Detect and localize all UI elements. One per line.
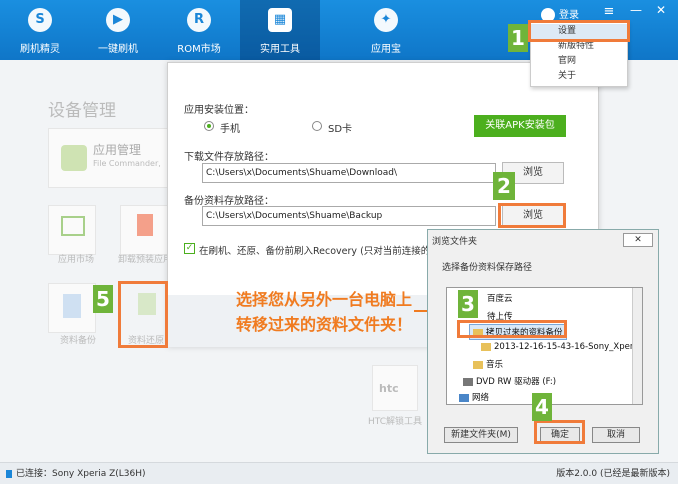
tree-item[interactable]: 音乐	[473, 358, 503, 370]
backup-path-label: 备份资料存放路径：	[184, 196, 274, 207]
network-icon	[459, 393, 469, 402]
close-icon[interactable]: ✕	[623, 233, 653, 247]
highlight-settings	[528, 20, 630, 42]
callout-line-1: 选择您从另外一台电脑上	[235, 290, 412, 309]
nav-rom-market[interactable]: R ROM市场	[165, 0, 233, 60]
nav-label: ROM市场	[177, 44, 221, 55]
page-title: 设备管理	[48, 101, 116, 121]
uninstall-label: 卸载预装应用	[118, 255, 173, 265]
rom-icon: R	[187, 8, 211, 32]
backup-tile[interactable]	[48, 283, 96, 333]
htc-unlock-tile[interactable]: htc	[372, 365, 418, 411]
install-location-label: 应用安装位置：	[184, 105, 254, 116]
step-badge-5: 5	[93, 285, 113, 313]
menu-item-website[interactable]: 官网	[531, 54, 627, 69]
phone-icon	[6, 470, 12, 478]
cancel-button[interactable]: 取消	[592, 427, 640, 443]
menu-item-about[interactable]: 关于	[531, 69, 627, 84]
tree-item[interactable]: 2013-12-16-15-43-16-Sony_Xperia	[481, 342, 641, 352]
nav-tools[interactable]: ▦ 实用工具	[240, 0, 320, 60]
tree-scrollbar[interactable]	[632, 288, 642, 404]
nav-label: 刷机精灵	[20, 44, 60, 55]
shield-icon: S	[28, 8, 52, 32]
nav-flash-wizard[interactable]: S 刷机精灵	[6, 0, 74, 60]
tree-item[interactable]: DVD RW 驱动器 (F:)	[463, 375, 556, 387]
instruction-callout: 选择您从另外一台电脑上 转移过来的资料文件夹！	[212, 287, 436, 337]
minimize-icon[interactable]: —	[630, 3, 642, 17]
radio-phone[interactable]	[204, 121, 214, 131]
tree-item[interactable]: 网络	[459, 391, 489, 403]
radio-phone-label: 手机	[220, 124, 240, 135]
tree-item[interactable]: 百度云	[487, 292, 513, 304]
radio-sd[interactable]	[312, 121, 322, 131]
connection-status: 已连接：Sony Xperia Z(L36H)	[16, 469, 146, 479]
highlight-browse	[498, 203, 566, 228]
step-badge-2: 2	[493, 172, 515, 200]
app-management-subtitle: File Commander,	[93, 159, 161, 168]
nav-one-click-flash[interactable]: ▶ 一键刷机	[84, 0, 152, 60]
close-icon[interactable]: ✕	[656, 3, 666, 17]
play-icon: ▶	[106, 8, 130, 32]
step-badge-1: 1	[508, 24, 528, 52]
folder-icon	[481, 342, 491, 351]
step-badge-3: 3	[458, 290, 478, 318]
radio-sd-label: SD卡	[328, 124, 353, 135]
menu-icon[interactable]: ≡	[600, 3, 618, 21]
highlight-ok	[534, 420, 585, 444]
store-icon	[61, 216, 85, 236]
uninstall-tile[interactable]	[120, 205, 168, 255]
highlight-folder	[457, 320, 567, 338]
download-path-field[interactable]: C:\Users\x\Documents\Shuame\Download\	[202, 163, 496, 183]
associate-apk-button[interactable]: 关联APK安装包	[474, 115, 566, 137]
drive-icon	[463, 377, 473, 386]
highlight-restore	[118, 281, 168, 348]
status-bar: 已连接：Sony Xperia Z(L36H) 版本2.0.0 (已经是最新版本…	[0, 462, 678, 484]
browse-window-title: 浏览文件夹	[432, 237, 478, 247]
recovery-checkbox-label: 在刷机、还原、备份前刷入Recovery (只对当前连接的	[199, 246, 431, 257]
app-market-label: 应用市场	[58, 255, 95, 265]
nav-label: 应用宝	[371, 44, 401, 55]
new-folder-button[interactable]: 新建文件夹(M)	[444, 427, 518, 443]
nav-label: 实用工具	[260, 44, 300, 55]
backup-label: 资料备份	[60, 336, 97, 346]
app-market-tile[interactable]	[48, 205, 96, 255]
recovery-checkbox[interactable]: ✓	[184, 243, 195, 254]
app-management-card[interactable]: 应用管理 File Commander,	[48, 128, 168, 188]
download-path-label: 下载文件存放路径：	[184, 152, 274, 163]
puzzle-icon	[61, 145, 87, 171]
backup-path-field[interactable]: C:\Users\x\Documents\Shuame\Backup	[202, 206, 496, 226]
trash-icon	[137, 214, 153, 236]
nav-label: 一键刷机	[98, 44, 138, 55]
document-icon	[63, 294, 81, 318]
nav-app-store[interactable]: ✦ 应用宝	[352, 0, 420, 60]
grid-icon: ▦	[268, 8, 292, 32]
star-icon: ✦	[374, 8, 398, 32]
step-badge-4: 4	[532, 393, 552, 421]
app-management-title: 应用管理	[93, 143, 142, 157]
callout-arrow	[414, 310, 428, 312]
browse-prompt: 选择备份资料保存路径	[442, 263, 533, 273]
htc-unlock-label: HTC解锁工具	[368, 417, 423, 427]
folder-icon	[473, 360, 483, 369]
version-status: 版本2.0.0 (已经是最新版本)	[556, 469, 670, 479]
callout-line-2: 转移过来的资料文件夹！	[235, 315, 412, 334]
